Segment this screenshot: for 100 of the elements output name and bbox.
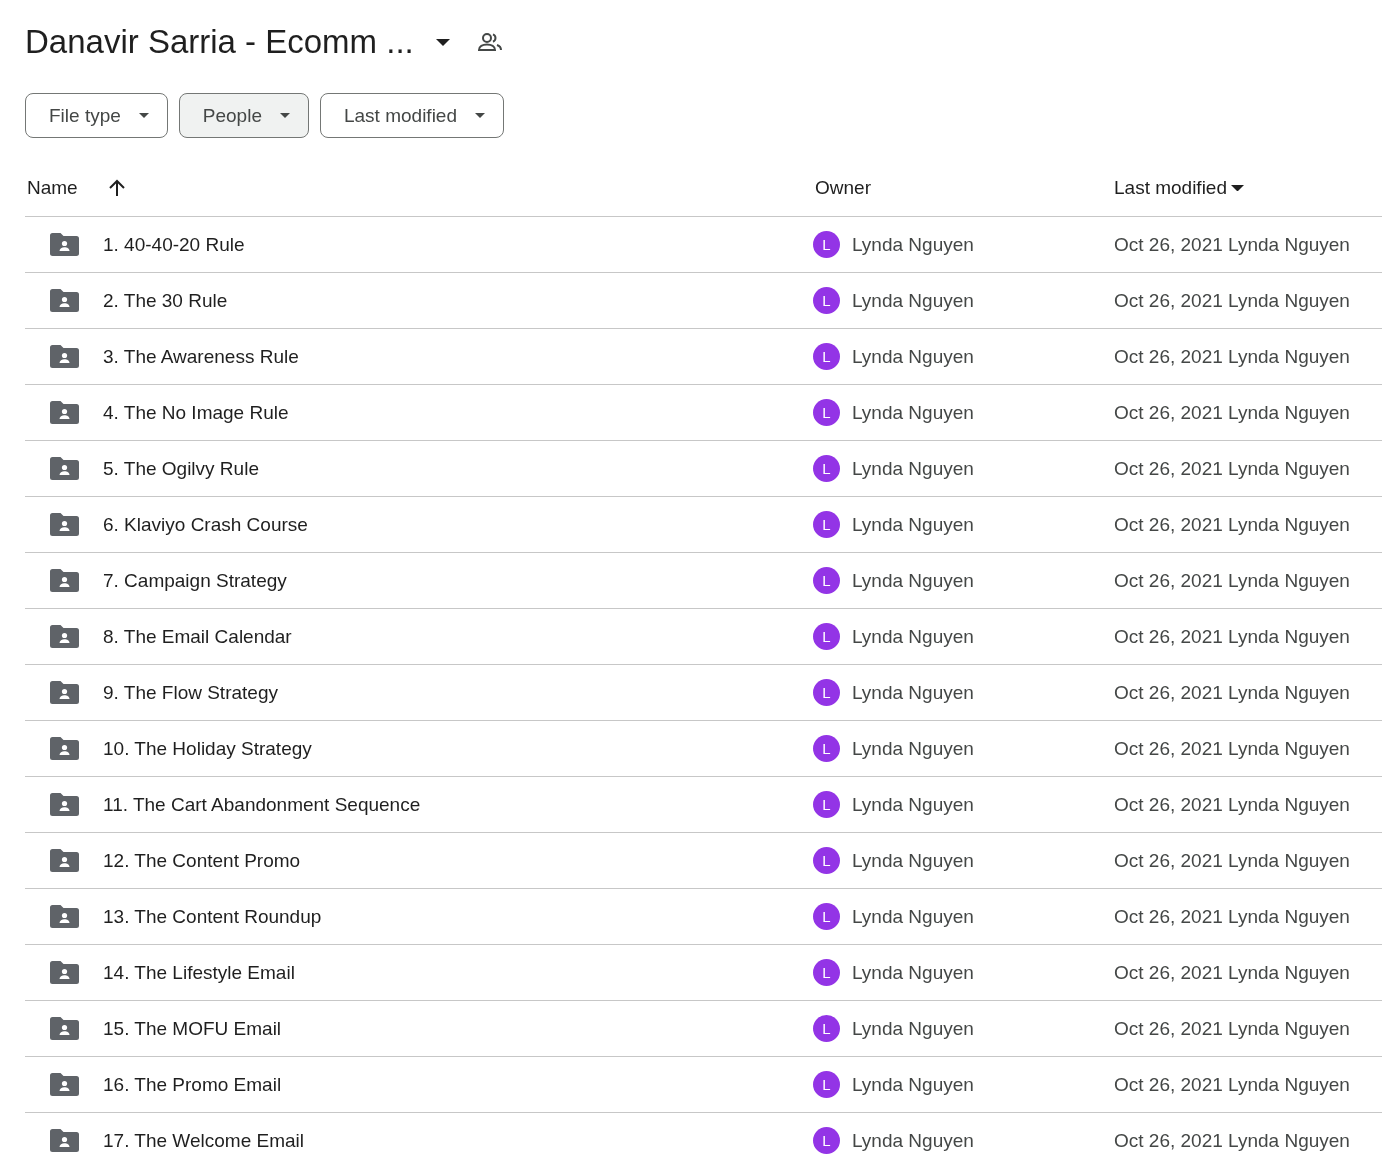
shared-folder-icon: [50, 625, 79, 648]
shared-folder-icon: [50, 233, 79, 256]
shared-folder-icon: [50, 513, 79, 536]
shared-folder-icon: [50, 289, 79, 312]
owner-name: Lynda Nguyen: [852, 233, 974, 256]
avatar: L: [813, 231, 840, 258]
shared-folder-icon: [50, 849, 79, 872]
owner-name: Lynda Nguyen: [852, 1129, 974, 1152]
last-modified-cell-text: Oct 26, 2021 Lynda Nguyen: [1114, 905, 1351, 928]
caret-icon: [435, 38, 450, 46]
column-header: Owner: [814, 177, 871, 199]
avatar: L: [813, 791, 840, 818]
last-modified-cell-text: Oct 26, 2021 Lynda Nguyen: [1114, 961, 1351, 984]
avatar: L: [813, 1071, 840, 1098]
owner-name: Lynda Nguyen: [852, 681, 974, 704]
last-modified-cell-text: Oct 26, 2021 Lynda Nguyen: [1114, 1129, 1351, 1152]
caret-icon: [1231, 184, 1244, 192]
avatar: L: [813, 959, 840, 986]
owner-name: Lynda Nguyen: [852, 1073, 974, 1096]
owner-name: Lynda Nguyen: [852, 793, 974, 816]
shared-folder-icon: [50, 737, 79, 760]
last-modified-cell-text: Oct 26, 2021 Lynda Nguyen: [1114, 289, 1351, 312]
avatar: L: [813, 343, 840, 370]
owner-name: Lynda Nguyen: [852, 905, 974, 928]
shared-folder-icon: [50, 1073, 79, 1096]
owner-name: Lynda Nguyen: [852, 849, 974, 872]
avatar: L: [813, 511, 840, 538]
filter-chip[interactable]: Last modified: [320, 93, 504, 138]
last-modified-cell-text: Oct 26, 2021 Lynda Nguyen: [1114, 1017, 1351, 1040]
last-modified-cell-text: Oct 26, 2021 Lynda Nguyen: [1114, 457, 1351, 480]
folder-name[interactable]: 13. The Content Roundup: [103, 905, 322, 928]
owner-name: Lynda Nguyen: [852, 401, 974, 424]
owner-name: Lynda Nguyen: [852, 513, 974, 536]
folder-name[interactable]: 1. 40-40-20 Rule: [103, 233, 245, 256]
folder-name[interactable]: 6. Klaviyo Crash Course: [103, 513, 308, 536]
folder-name[interactable]: 14. The Lifestyle Email: [103, 961, 295, 984]
last-modified-cell-text: Oct 26, 2021 Lynda Nguyen: [1114, 849, 1351, 872]
avatar: L: [813, 903, 840, 930]
folder-name[interactable]: 15. The MOFU Email: [103, 1017, 282, 1040]
avatar: L: [813, 623, 840, 650]
owner-name: Lynda Nguyen: [852, 569, 974, 592]
folder-name[interactable]: 4. The No Image Rule: [103, 401, 289, 424]
last-modified-cell-text: Oct 26, 2021 Lynda Nguyen: [1114, 681, 1351, 704]
owner-name: Lynda Nguyen: [852, 289, 974, 312]
avatar: L: [813, 455, 840, 482]
caret-icon: [280, 113, 290, 118]
folder-name[interactable]: 16. The Promo Email: [103, 1073, 282, 1096]
shared-folder-icon: [50, 961, 79, 984]
folder-title: Danavir Sarria - Ecomm ...: [25, 23, 414, 61]
avatar: L: [813, 735, 840, 762]
owner-name: Lynda Nguyen: [852, 345, 974, 368]
folder-name[interactable]: 11. The Cart Abandonment Sequence: [103, 793, 421, 816]
last-modified-cell-text: Oct 26, 2021 Lynda Nguyen: [1114, 793, 1351, 816]
folder-name[interactable]: 5. The Ogilvy Rule: [103, 457, 259, 480]
sort-button[interactable]: [107, 179, 126, 197]
column-header: Name: [26, 177, 78, 199]
shared-folder-icon: [50, 905, 79, 928]
folder-name[interactable]: 10. The Holiday Strategy: [103, 737, 312, 760]
filter-chip[interactable]: People: [178, 93, 309, 138]
avatar: L: [813, 399, 840, 426]
owner-name: Lynda Nguyen: [852, 625, 974, 648]
avatar: L: [813, 1015, 840, 1042]
folder-name[interactable]: 8. The Email Calendar: [103, 625, 292, 648]
caret-icon: [138, 113, 149, 118]
last-modified-cell-text: Oct 26, 2021 Lynda Nguyen: [1114, 625, 1351, 648]
avatar: L: [813, 287, 840, 314]
owner-name: Lynda Nguyen: [852, 737, 974, 760]
shared-folder-icon: [50, 345, 79, 368]
last-modified-cell-text: Oct 26, 2021 Lynda Nguyen: [1114, 1073, 1351, 1096]
people-icon: [477, 32, 502, 52]
shared-folder-icon: [50, 1017, 79, 1040]
shared-folder-icon: [50, 401, 79, 424]
shared-folder-icon: [50, 569, 79, 592]
folder-name[interactable]: 17. The Welcome Email: [103, 1129, 304, 1152]
folder-name[interactable]: 9. The Flow Strategy: [103, 681, 278, 704]
avatar: L: [813, 567, 840, 594]
avatar: L: [813, 847, 840, 874]
folder-name[interactable]: 3. The Awareness Rule: [103, 345, 299, 368]
sort-column-header[interactable]: Last modified: [1114, 177, 1244, 199]
arrow-up-icon: [107, 179, 126, 197]
avatar: L: [813, 679, 840, 706]
last-modified-cell-text: Oct 26, 2021 Lynda Nguyen: [1114, 401, 1351, 424]
last-modified-cell-text: Oct 26, 2021 Lynda Nguyen: [1114, 513, 1351, 536]
owner-name: Lynda Nguyen: [852, 961, 974, 984]
shared-folder-icon: [50, 793, 79, 816]
folder-name[interactable]: 2. The 30 Rule: [103, 289, 228, 312]
caret-icon: [475, 113, 485, 118]
last-modified-cell-text: Oct 26, 2021 Lynda Nguyen: [1114, 233, 1351, 256]
shared-folder-icon: [50, 1129, 79, 1152]
shared-folder-icon: [50, 457, 79, 480]
owner-name: Lynda Nguyen: [852, 1017, 974, 1040]
folder-name[interactable]: 12. The Content Promo: [103, 849, 301, 872]
folder-name[interactable]: 7. Campaign Strategy: [103, 569, 287, 592]
filter-chip[interactable]: File type: [25, 93, 168, 138]
owner-name: Lynda Nguyen: [852, 457, 974, 480]
last-modified-cell-text: Oct 26, 2021 Lynda Nguyen: [1114, 345, 1351, 368]
avatar: L: [813, 1127, 840, 1154]
last-modified-cell-text: Oct 26, 2021 Lynda Nguyen: [1114, 737, 1351, 760]
last-modified-cell-text: Oct 26, 2021 Lynda Nguyen: [1114, 569, 1351, 592]
shared-folder-icon: [50, 681, 79, 704]
